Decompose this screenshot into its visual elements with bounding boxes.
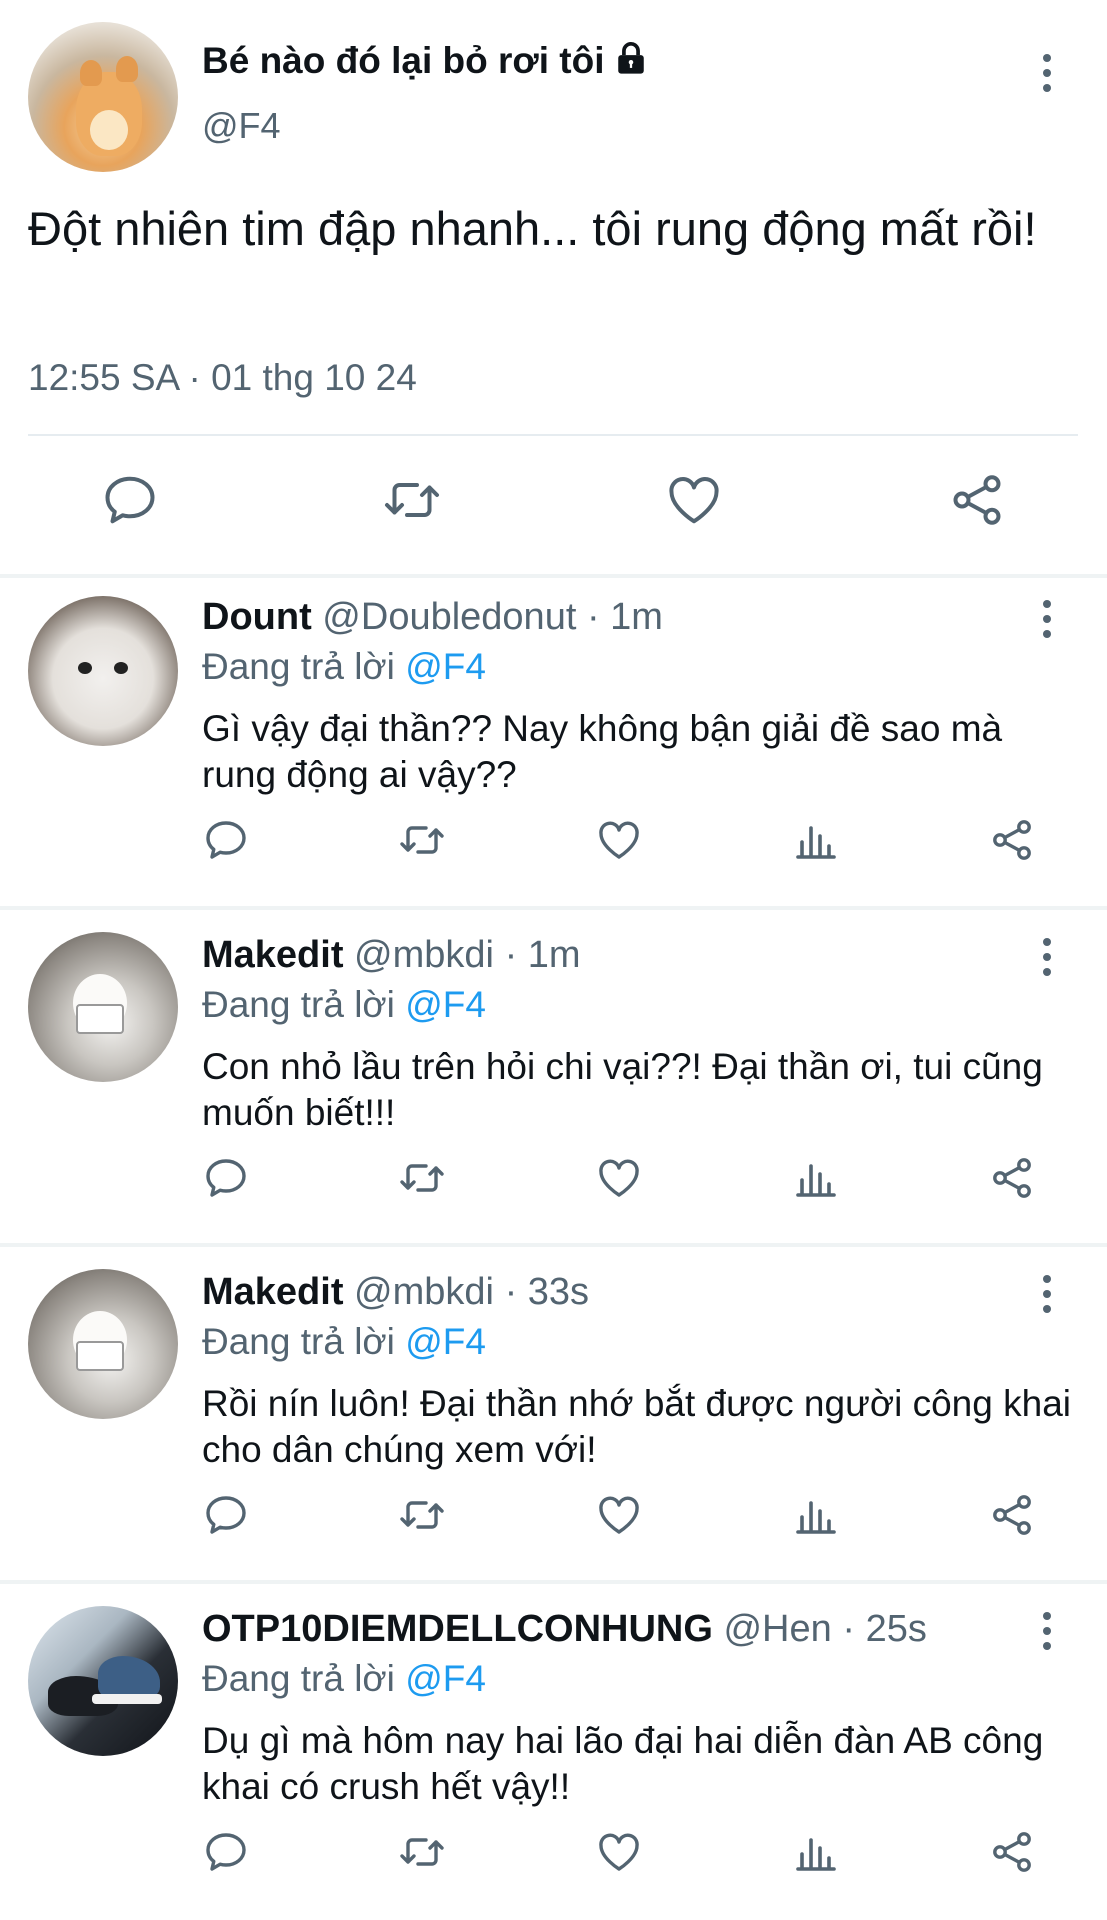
mention-link[interactable]: @F4 [405, 1321, 486, 1362]
separator-dot: · [842, 1608, 855, 1650]
like-icon[interactable] [595, 1154, 643, 1202]
reply-icon[interactable] [100, 470, 160, 530]
retweet-icon[interactable] [398, 1828, 446, 1876]
replying-label: Đang trả lời [202, 984, 395, 1025]
more-options-icon[interactable] [1041, 936, 1053, 978]
avatar[interactable] [28, 596, 178, 746]
reply-time: 25s [865, 1608, 927, 1650]
like-icon[interactable] [595, 1828, 643, 1876]
reply-author-handle[interactable]: @mbkdi [354, 934, 494, 976]
reply-icon[interactable] [202, 816, 250, 864]
replying-to: Đang trả lời @F4 [202, 984, 486, 1026]
author-name[interactable]: Bé nào đó lại bỏ rơi tôi [202, 40, 648, 82]
more-options-icon[interactable] [1041, 1273, 1053, 1315]
like-icon[interactable] [664, 470, 724, 530]
reply-action-bar [0, 1491, 1107, 1551]
views-icon[interactable] [792, 816, 840, 864]
reply-author-name[interactable]: Dount [202, 596, 312, 638]
tweet-timestamp[interactable]: 12:55 SA · 01 thg 10 24 [28, 357, 417, 399]
more-options-icon[interactable] [1041, 1610, 1053, 1652]
retweet-icon[interactable] [382, 470, 442, 530]
retweet-icon[interactable] [398, 1491, 446, 1539]
main-tweet: Bé nào đó lại bỏ rơi tôi @F4 Đột nhiên t… [0, 0, 1107, 575]
reply-item[interactable]: Makedit @mbkdi · 33s Đang trả lời @F4 Rồ… [0, 1247, 1107, 1583]
reply-header: OTP10DIEMDELLCONHUNG @Hen · 25s [202, 1608, 927, 1651]
more-options-icon[interactable] [1041, 52, 1053, 94]
reply-icon[interactable] [202, 1828, 250, 1876]
author-handle[interactable]: @F4 [202, 105, 281, 147]
like-icon[interactable] [595, 1491, 643, 1539]
share-icon[interactable] [988, 1491, 1036, 1539]
replying-label: Đang trả lời [202, 646, 395, 687]
reply-text: Gì vậy đại thần?? Nay không bận giải đề … [202, 708, 1003, 795]
reply-text: Con nhỏ lầu trên hỏi chi vại??! Đại thần… [202, 1046, 1043, 1133]
reply-author-name[interactable]: OTP10DIEMDELLCONHUNG [202, 1608, 713, 1650]
reply-text: Rồi nín luôn! Đại thần nhớ bắt được ngườ… [202, 1383, 1071, 1470]
like-icon[interactable] [595, 816, 643, 864]
separator-dot: · [586, 596, 600, 638]
reply-author-handle[interactable]: @Doubledonut [322, 596, 576, 638]
reply-time: 1m [527, 934, 581, 976]
avatar[interactable] [28, 1606, 178, 1756]
reply-author-name[interactable]: Makedit [202, 1271, 343, 1313]
replying-label: Đang trả lời [202, 1321, 395, 1362]
reply-item[interactable]: OTP10DIEMDELLCONHUNG @Hen · 25s Đang trả… [0, 1584, 1107, 1920]
share-icon[interactable] [988, 1828, 1036, 1876]
reply-time: 33s [527, 1271, 590, 1313]
reply-icon[interactable] [202, 1491, 250, 1539]
separator-dot: · [504, 934, 518, 976]
lock-icon [618, 42, 645, 74]
separator-dot: · [504, 1271, 518, 1313]
avatar[interactable] [28, 1269, 178, 1419]
reply-action-bar [0, 816, 1107, 876]
share-icon[interactable] [947, 470, 1007, 530]
divider [28, 434, 1078, 436]
share-icon[interactable] [988, 816, 1036, 864]
display-name[interactable]: Bé nào đó lại bỏ rơi tôi [202, 40, 604, 81]
mention-link[interactable]: @F4 [405, 1658, 486, 1699]
replying-to: Đang trả lời @F4 [202, 646, 486, 688]
reply-header: Makedit @mbkdi · 1m [202, 934, 581, 977]
views-icon[interactable] [792, 1491, 840, 1539]
retweet-icon[interactable] [398, 816, 446, 864]
reply-author-handle[interactable]: @Hen [723, 1608, 831, 1650]
mention-link[interactable]: @F4 [405, 984, 486, 1025]
reply-header: Makedit @mbkdi · 33s [202, 1271, 589, 1314]
reply-action-bar [0, 1154, 1107, 1214]
mention-link[interactable]: @F4 [405, 646, 486, 687]
reply-item[interactable]: Dount @Doubledonut · 1m Đang trả lời @F4… [0, 578, 1107, 914]
tweet-text: Đột nhiên tim đập nhanh... tôi rung động… [28, 202, 1037, 255]
reply-item[interactable]: Makedit @mbkdi · 1m Đang trả lời @F4 Con… [0, 910, 1107, 1246]
replying-label: Đang trả lời [202, 1658, 395, 1699]
more-options-icon[interactable] [1041, 598, 1053, 640]
reply-icon[interactable] [202, 1154, 250, 1202]
views-icon[interactable] [792, 1828, 840, 1876]
share-icon[interactable] [988, 1154, 1036, 1202]
views-icon[interactable] [792, 1154, 840, 1202]
retweet-icon[interactable] [398, 1154, 446, 1202]
reply-action-bar [0, 1828, 1107, 1888]
reply-header: Dount @Doubledonut · 1m [202, 596, 663, 639]
avatar[interactable] [28, 932, 178, 1082]
reply-time: 1m [610, 596, 663, 638]
reply-author-handle[interactable]: @mbkdi [354, 1271, 494, 1313]
tweet-action-bar [0, 470, 1107, 540]
avatar[interactable] [28, 22, 178, 172]
reply-text: Dụ gì mà hôm nay hai lão đại hai diễn đà… [202, 1720, 1044, 1807]
reply-author-name[interactable]: Makedit [202, 934, 343, 976]
replying-to: Đang trả lời @F4 [202, 1321, 486, 1363]
replying-to: Đang trả lời @F4 [202, 1658, 486, 1700]
